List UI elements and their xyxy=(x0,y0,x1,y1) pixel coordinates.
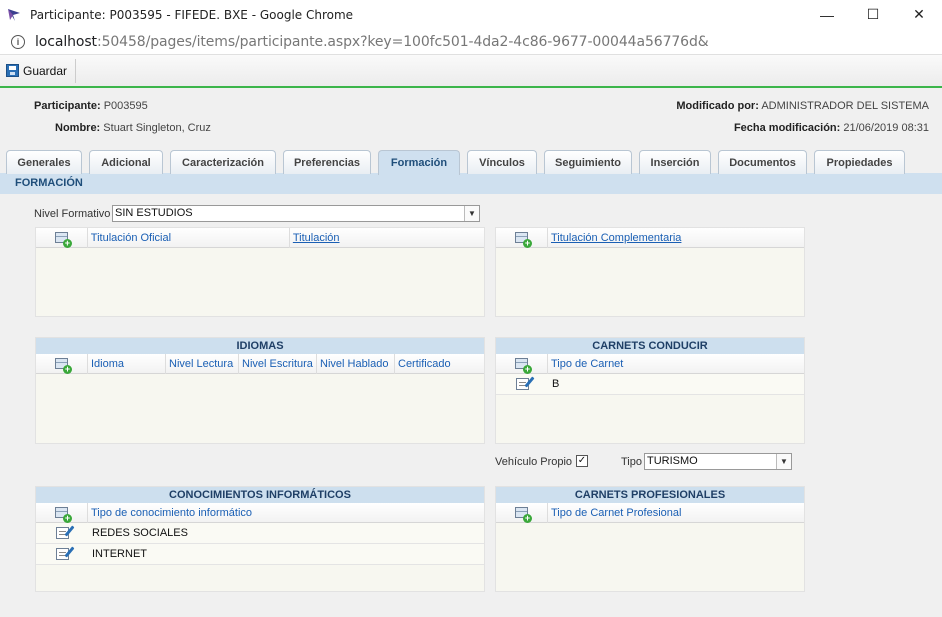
complementaria-grid-header: Titulación Complementaria xyxy=(496,227,804,248)
tab-strip-bar xyxy=(0,173,942,194)
add-row-icon xyxy=(515,358,532,374)
info-icon[interactable]: i xyxy=(11,34,25,49)
informaticos-header: Tipo de conocimiento informático xyxy=(36,502,484,523)
titulaciones-grid: Titulación Oficial Titulación xyxy=(35,227,485,317)
tab-preferencias[interactable]: Preferencias xyxy=(283,150,371,174)
edit-row-button[interactable] xyxy=(36,527,88,539)
add-row-icon xyxy=(55,507,72,523)
tab-strip: Generales Adicional Caracterización Pref… xyxy=(6,150,912,175)
carnets-conducir-header: Tipo de Carnet xyxy=(496,353,804,374)
nombre-info: Nombre: Stuart Singleton, Cruz xyxy=(55,122,211,134)
add-row-icon xyxy=(55,358,72,374)
table-row[interactable]: INTERNET xyxy=(36,544,484,565)
participante-info: Participante: P003595 xyxy=(34,100,148,112)
edit-icon xyxy=(515,378,529,390)
save-button[interactable]: Guardar xyxy=(6,58,77,83)
titulacion-complementaria-grid: Titulación Complementaria xyxy=(495,227,805,317)
col-tipo-conocimiento[interactable]: Tipo de conocimiento informático xyxy=(88,503,478,523)
tipo-label: Tipo xyxy=(621,456,642,468)
save-button-label: Guardar xyxy=(23,63,68,78)
tab-formacion[interactable]: Formación xyxy=(378,150,460,175)
carnets-conducir-grid: CARNETS CONDUCIR Tipo de Carnet B xyxy=(495,337,805,444)
idiomas-grid: IDIOMAS Idioma Nivel Lectura Nivel Escri… xyxy=(35,337,485,444)
idiomas-title: IDIOMAS xyxy=(36,338,484,354)
profesionales-header: Tipo de Carnet Profesional xyxy=(496,502,804,523)
carnets-conducir-title: CARNETS CONDUCIR xyxy=(496,338,804,354)
informatico-value: REDES SOCIALES xyxy=(92,527,188,539)
vehiculo-propio-label: Vehículo Propio xyxy=(495,456,573,468)
carnet-value: B xyxy=(552,378,560,390)
col-nivel-hablado[interactable]: Nivel Hablado xyxy=(317,353,395,374)
nivel-formativo-select[interactable]: SIN ESTUDIOS ▼ xyxy=(112,205,480,222)
nivel-formativo-value: SIN ESTUDIOS xyxy=(115,207,193,219)
col-nivel-escritura[interactable]: Nivel Escritura xyxy=(239,353,317,374)
tab-adicional[interactable]: Adicional xyxy=(89,150,163,174)
url-text[interactable]: localhost:50458/pages/items/participante… xyxy=(35,34,709,50)
tab-seguimiento[interactable]: Seguimiento xyxy=(544,150,632,174)
carnets-profesionales-grid: CARNETS PROFESIONALES Tipo de Carnet Pro… xyxy=(495,486,805,592)
col-titulacion-oficial[interactable]: Titulación Oficial xyxy=(88,227,290,248)
col-nivel-lectura[interactable]: Nivel Lectura xyxy=(166,353,239,374)
chevron-down-icon[interactable]: ▼ xyxy=(776,454,791,469)
maximize-button[interactable]: ☐ xyxy=(850,0,896,29)
tab-documentos[interactable]: Documentos xyxy=(718,150,807,174)
window-title: Participante: P003595 - FIFEDE. BXE - Go… xyxy=(30,7,354,22)
informatico-value: INTERNET xyxy=(92,548,147,560)
add-row-icon xyxy=(54,232,72,248)
idiomas-grid-header: Idioma Nivel Lectura Nivel Escritura Niv… xyxy=(36,353,484,374)
tab-propiedades[interactable]: Propiedades xyxy=(814,150,905,174)
col-certificado[interactable]: Certificado xyxy=(395,354,483,374)
tipo-vehiculo-value: TURISMO xyxy=(647,455,698,467)
table-row[interactable]: REDES SOCIALES xyxy=(36,523,484,544)
address-bar[interactable]: i localhost:50458/pages/items/participan… xyxy=(0,29,942,55)
nivel-formativo-label: Nivel Formativo xyxy=(34,208,111,220)
table-row[interactable]: B xyxy=(496,374,804,395)
tipo-vehiculo-select[interactable]: TURISMO ▼ xyxy=(644,453,792,470)
col-tipo-carnet[interactable]: Tipo de Carnet xyxy=(548,354,798,374)
modificado-info: Modificado por: ADMINISTRADOR DEL SISTEM… xyxy=(676,100,929,112)
chevron-down-icon[interactable]: ▼ xyxy=(464,206,479,221)
col-idioma[interactable]: Idioma xyxy=(88,353,166,374)
edit-icon xyxy=(55,527,69,539)
tab-generales[interactable]: Generales xyxy=(6,150,82,174)
informaticos-title: CONOCIMIENTOS INFORMÁTICOS xyxy=(36,487,484,503)
minimize-button[interactable]: — xyxy=(804,0,850,29)
edit-row-button[interactable] xyxy=(36,548,88,560)
add-profesional-button[interactable] xyxy=(496,502,548,523)
add-carnet-button[interactable] xyxy=(496,353,548,374)
app-logo-icon xyxy=(8,8,20,21)
edit-icon xyxy=(55,548,69,560)
titulaciones-grid-header: Titulación Oficial Titulación xyxy=(36,227,484,248)
vehiculo-propio-checkbox[interactable]: ✓ xyxy=(576,455,588,467)
tab-insercion[interactable]: Inserción xyxy=(639,150,711,174)
add-complementaria-button[interactable] xyxy=(496,227,548,248)
edit-row-button[interactable] xyxy=(496,378,548,390)
add-idioma-button[interactable] xyxy=(36,353,88,374)
save-disk-icon xyxy=(6,64,19,77)
add-row-icon xyxy=(515,232,532,248)
toolbar: Guardar xyxy=(0,55,942,88)
col-titulacion[interactable]: Titulación xyxy=(290,228,484,248)
col-titulacion-complementaria[interactable]: Titulación Complementaria xyxy=(548,228,798,248)
profesionales-title: CARNETS PROFESIONALES xyxy=(496,487,804,503)
add-informatico-button[interactable] xyxy=(36,502,88,523)
window-titlebar: Participante: P003595 - FIFEDE. BXE - Go… xyxy=(0,0,942,29)
close-button[interactable]: ✕ xyxy=(896,0,942,29)
col-tipo-carnet-profesional[interactable]: Tipo de Carnet Profesional xyxy=(548,503,798,523)
conocimientos-informaticos-grid: CONOCIMIENTOS INFORMÁTICOS Tipo de conoc… xyxy=(35,486,485,592)
tab-vinculos[interactable]: Vínculos xyxy=(467,150,537,174)
add-row-icon xyxy=(515,507,532,523)
fecha-info: Fecha modificación: 21/06/2019 08:31 xyxy=(733,122,929,134)
add-titulacion-button[interactable] xyxy=(36,227,88,248)
tab-caracterizacion[interactable]: Caracterización xyxy=(170,150,276,174)
section-title: FORMACIÓN xyxy=(15,177,83,189)
